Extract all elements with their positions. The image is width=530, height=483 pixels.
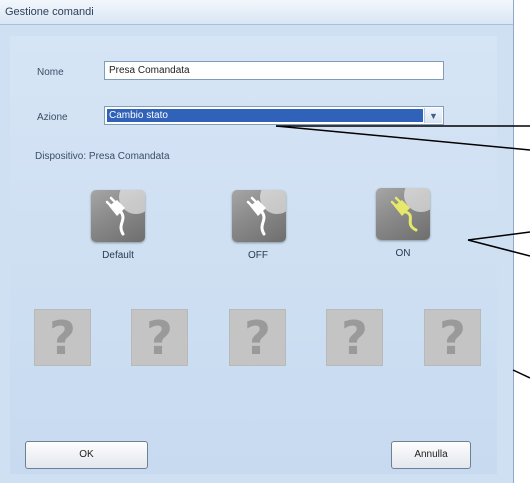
callout-lines	[275, 125, 530, 379]
